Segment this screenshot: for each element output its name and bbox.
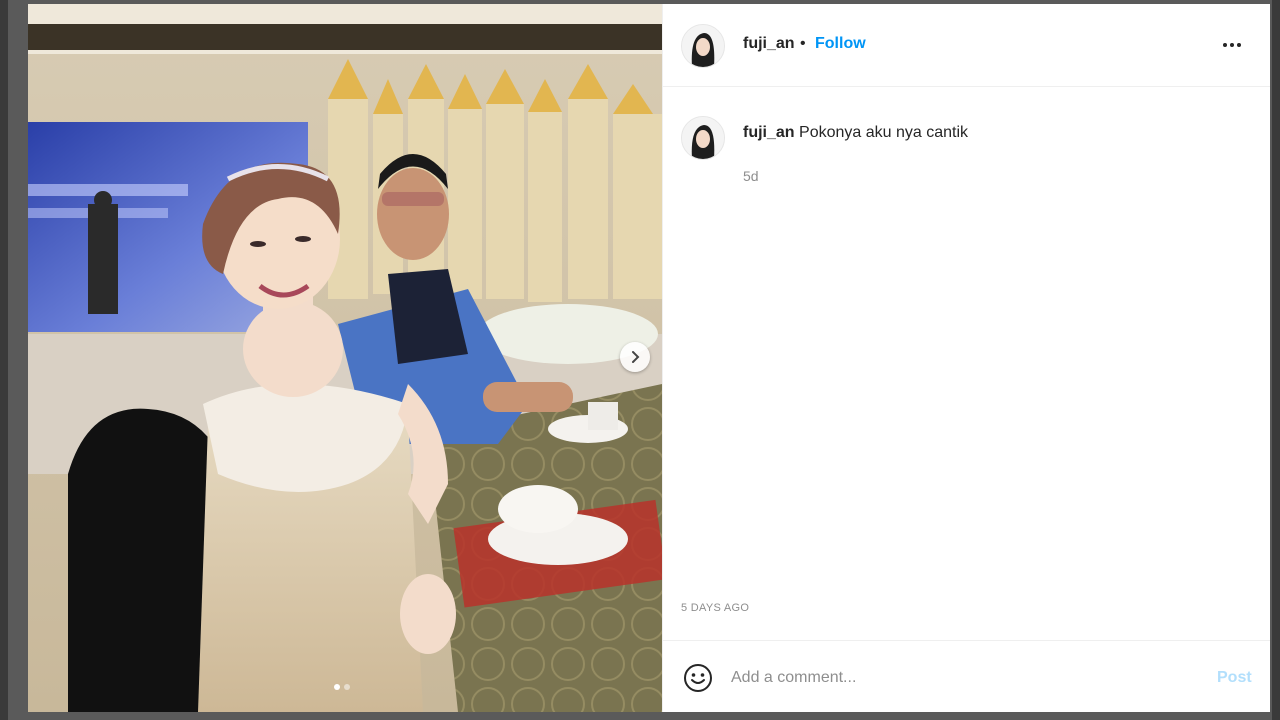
more-horizontal-icon bbox=[1223, 43, 1227, 47]
post-header: fuji_an • Follow bbox=[663, 4, 1270, 87]
caption-username[interactable]: fuji_an bbox=[743, 124, 795, 141]
post-comment-button[interactable]: Post bbox=[1217, 669, 1252, 687]
screen-frame: fuji_an • Follow fuji_an Pokonya aku nya… bbox=[8, 0, 1272, 720]
carousel-dot bbox=[344, 684, 350, 690]
avatar-image bbox=[682, 25, 724, 67]
more-horizontal-icon bbox=[1237, 43, 1241, 47]
more-horizontal-icon bbox=[1230, 43, 1234, 47]
post-date[interactable]: 5 DAYS AGO bbox=[681, 602, 749, 614]
caption-timestamp[interactable]: 5d bbox=[743, 168, 759, 184]
carousel-dot-active bbox=[334, 684, 340, 690]
avatar-image bbox=[682, 117, 724, 159]
header-separator: • bbox=[800, 35, 806, 52]
caption: fuji_an Pokonya aku nya cantik bbox=[743, 124, 968, 142]
comment-input[interactable] bbox=[729, 663, 1173, 693]
chevron-right-icon bbox=[632, 351, 640, 363]
comment-bar: Post bbox=[663, 640, 1270, 712]
follow-button[interactable]: Follow bbox=[815, 35, 866, 53]
carousel-next-button[interactable] bbox=[620, 342, 650, 372]
caption-text: Pokonya aku nya cantik bbox=[799, 124, 969, 141]
post-details-panel: fuji_an • Follow fuji_an Pokonya aku nya… bbox=[662, 4, 1270, 712]
header-username[interactable]: fuji_an bbox=[743, 35, 795, 53]
more-options-button[interactable] bbox=[1223, 38, 1249, 52]
avatar[interactable] bbox=[681, 24, 725, 68]
post-photo bbox=[28, 4, 662, 712]
caption-avatar[interactable] bbox=[681, 116, 725, 160]
post-modal: fuji_an • Follow fuji_an Pokonya aku nya… bbox=[28, 4, 1270, 712]
photo-illustration bbox=[28, 4, 662, 712]
emoji-smile-icon[interactable] bbox=[683, 663, 713, 693]
carousel-indicator bbox=[334, 684, 350, 690]
